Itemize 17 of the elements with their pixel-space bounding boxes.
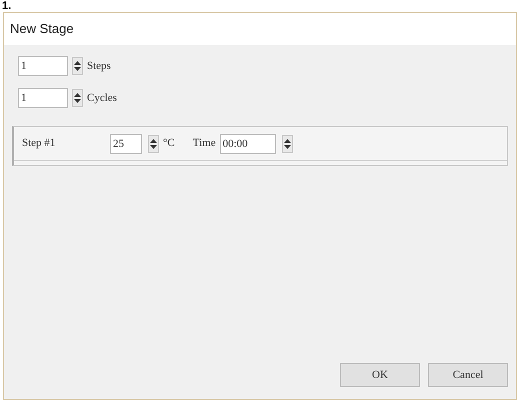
dialog-button[interactable]: OK [340,363,420,387]
spin-buttons[interactable] [72,57,83,75]
time-field[interactable]: 00:00 [220,134,276,154]
window-title: New Stage [10,20,74,38]
field-label: Cycles [87,90,117,106]
spin-buttons[interactable] [282,134,293,152]
dialog-button[interactable]: Cancel [428,363,508,387]
number-field[interactable]: 1 [18,88,68,108]
step-label: Step #1 [22,136,56,152]
spin-buttons[interactable] [72,89,83,107]
time-label: Time [192,136,216,152]
unit-label: °C [163,136,175,152]
field-label: Steps [87,58,111,74]
figure-label: 1. [2,1,12,12]
temperature-field[interactable]: 25 [110,134,142,154]
number-field[interactable]: 1 [18,56,68,76]
spin-buttons[interactable] [148,134,159,152]
